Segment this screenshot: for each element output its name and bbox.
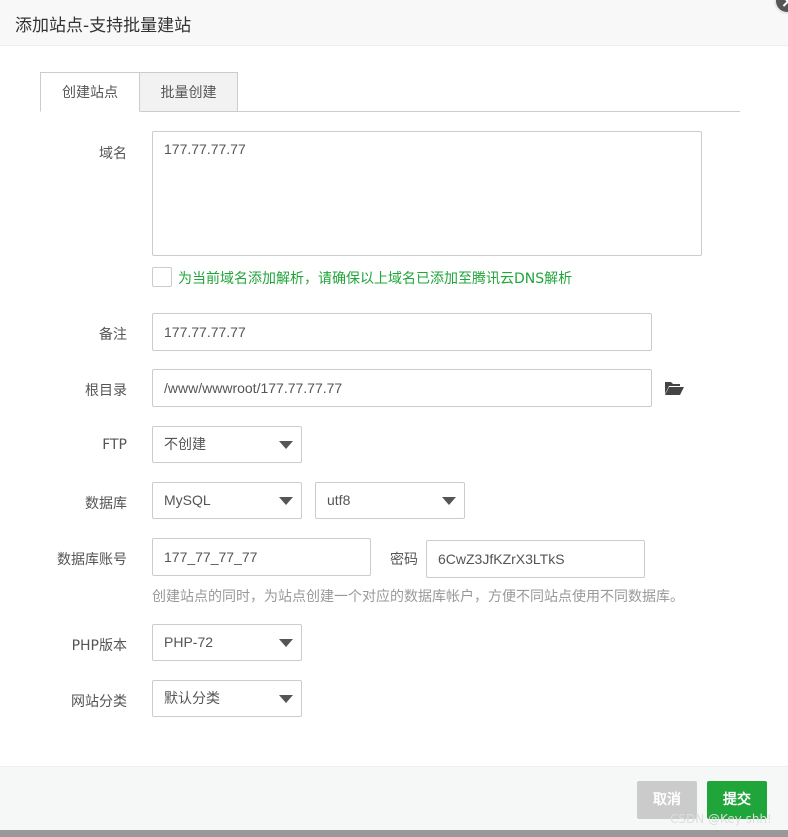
database-charset-value: utf8	[327, 492, 351, 508]
dialog-title-bar: 添加站点-支持批量建站	[0, 0, 788, 46]
password-label: 密码	[390, 552, 418, 568]
root-dir-label: 根目录	[85, 383, 127, 399]
remark-input[interactable]: 177.77.77.77	[152, 313, 652, 351]
database-charset-select[interactable]: utf8	[315, 482, 465, 519]
tab-create-site[interactable]: 创建站点	[40, 72, 140, 112]
root-dir-input[interactable]: /www/wwwroot/177.77.77.77	[152, 369, 652, 407]
category-select[interactable]: 默认分类	[152, 680, 302, 717]
chevron-down-icon	[279, 441, 293, 449]
bottom-strip	[0, 830, 788, 837]
category-label: 网站分类	[71, 694, 127, 710]
db-account-label: 数据库账号	[57, 552, 127, 568]
php-version-select[interactable]: PHP-72	[152, 624, 302, 661]
add-site-dialog: 添加站点-支持批量建站 创建站点 批量创建 域名 177.77.77.77 为当…	[0, 0, 788, 837]
password-input[interactable]: 6CwZ3JfKZrX3LTkS	[426, 540, 645, 578]
ftp-select[interactable]: 不创建	[152, 426, 302, 463]
database-label: 数据库	[85, 496, 127, 512]
chevron-down-icon	[279, 695, 293, 703]
dns-checkbox[interactable]	[152, 267, 172, 287]
ftp-label: FTP	[102, 437, 127, 453]
watermark-text: CSDN @Key shh!	[670, 812, 772, 826]
ftp-select-value: 不创建	[164, 436, 206, 452]
db-account-input[interactable]: 177_77_77_77	[152, 538, 371, 576]
tab-bar: 创建站点 批量创建	[40, 72, 740, 112]
remark-label: 备注	[99, 327, 127, 343]
php-version-label: PHP版本	[71, 638, 127, 654]
dns-checkbox-label[interactable]: 为当前域名添加解析，请确保以上域名已添加至腾讯云DNS解析	[178, 268, 572, 288]
dialog-title: 添加站点-支持批量建站	[15, 16, 192, 36]
db-hint-text: 创建站点的同时，为站点创建一个对应的数据库帐户，方便不同站点使用不同数据库。	[152, 589, 684, 605]
chevron-down-icon	[442, 497, 456, 505]
chevron-down-icon	[279, 639, 293, 647]
domain-textarea[interactable]: 177.77.77.77	[152, 131, 702, 256]
php-version-value: PHP-72	[164, 634, 214, 650]
database-type-select[interactable]: MySQL	[152, 482, 302, 519]
domain-label: 域名	[99, 146, 127, 162]
folder-open-icon[interactable]	[664, 380, 684, 396]
category-value: 默认分类	[164, 690, 220, 706]
tab-batch-create[interactable]: 批量创建	[139, 72, 238, 111]
database-type-value: MySQL	[164, 492, 211, 508]
chevron-down-icon	[279, 497, 293, 505]
